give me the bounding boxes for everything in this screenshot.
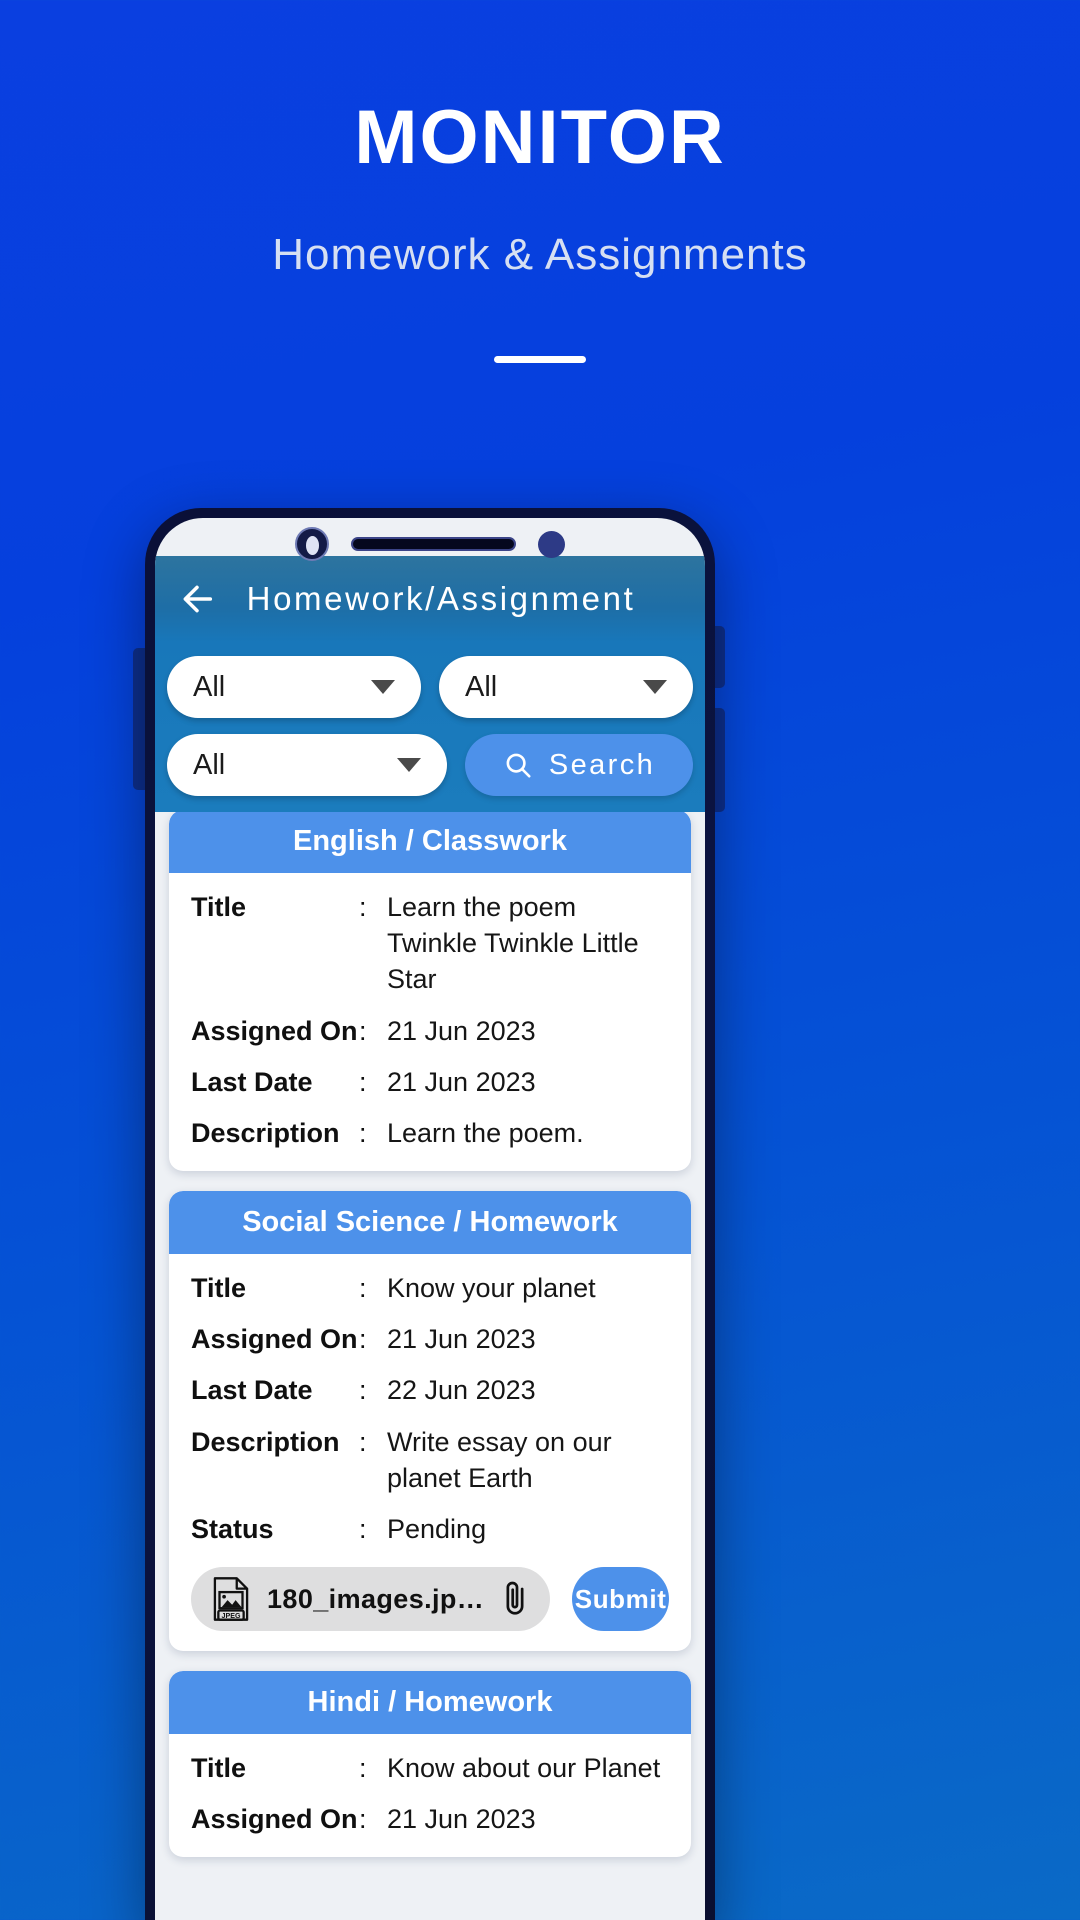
attachment-row: JPEG 180_images.jp… Submit [191,1567,669,1632]
submit-button[interactable]: Submit [572,1567,669,1632]
assignment-list[interactable]: English / Classwork Title : Learn the po… [155,800,705,1920]
detail-row: Assigned On : 21 Jun 2023 [191,1801,669,1837]
filter-bar: All All All Search [155,642,705,812]
detail-key: Title [191,1273,247,1304]
detail-value: 21 Jun 2023 [387,1804,536,1835]
phone-bezel: Homework/Assignment All All All Search E… [145,508,715,1920]
detail-key: Assigned On [191,1804,358,1835]
phone-notch [155,518,705,570]
page-subtitle: Homework & Assignments [272,229,808,279]
detail-row: Title : Know about our Planet [191,1750,669,1786]
detail-value: 22 Jun 2023 [387,1375,536,1406]
speaker-grille-icon [351,537,516,551]
detail-row: Last Date : 21 Jun 2023 [191,1064,669,1100]
detail-separator: : [359,1066,367,1097]
detail-key: Last Date [191,1375,313,1406]
detail-key: Status [191,1513,274,1544]
detail-value: Know about our Planet [387,1753,661,1784]
proximity-sensor-icon [538,530,565,558]
detail-value: 21 Jun 2023 [387,1324,536,1355]
app-title: Homework/Assignment [246,580,636,617]
divider [494,355,586,363]
paperclip-icon[interactable] [500,1579,530,1619]
dropdown-subject[interactable]: All [439,656,693,718]
detail-key: Title [191,1753,247,1784]
dropdown-type[interactable]: All [167,734,447,796]
detail-key: Title [191,892,247,922]
detail-row: Assigned On : 21 Jun 2023 [191,1321,669,1357]
page-title: MONITOR [354,95,726,180]
status-badge: Pending [387,1513,487,1544]
search-button-label: Search [548,748,656,781]
detail-key: Last Date [191,1066,313,1097]
filter-row-1: All All [167,656,693,718]
search-icon [506,753,531,778]
chevron-down-icon [371,680,395,694]
detail-value: 21 Jun 2023 [387,1066,536,1097]
chevron-down-icon [643,680,667,694]
card-body: Title : Know about our Planet Assigned O… [169,1734,691,1857]
detail-separator: : [359,1117,367,1148]
dropdown-subject-value: All [465,670,498,703]
detail-separator: : [359,1426,367,1457]
filter-row-2: All Search [167,734,693,796]
jpeg-file-icon: JPEG [213,1577,249,1621]
dropdown-class[interactable]: All [167,656,421,718]
hero-section: MONITOR Homework & Assignments [0,0,1080,363]
detail-row: Description : Learn the poem. [191,1115,669,1151]
dropdown-class-value: All [193,670,226,703]
assignment-card[interactable]: Social Science / Homework Title : Know y… [169,1191,691,1652]
detail-separator: : [359,1375,367,1406]
detail-key: Description [191,1117,340,1148]
detail-value: 21 Jun 2023 [387,1015,536,1046]
detail-row: Description : Write essay on our planet … [191,1424,669,1496]
detail-key: Assigned On [191,1324,358,1355]
detail-separator: : [359,1804,367,1835]
detail-row: Status : Pending [191,1511,669,1547]
detail-row: Title : Learn the poem Twinkle Twinkle L… [191,889,669,998]
phone-screen: Homework/Assignment All All All Search E… [155,518,705,1920]
detail-row: Assigned On : 21 Jun 2023 [191,1013,669,1049]
file-attachment-chip[interactable]: JPEG 180_images.jp… [191,1567,551,1632]
detail-separator: : [359,1324,367,1355]
chevron-down-icon [397,758,421,772]
assignment-card[interactable]: Hindi / Homework Title : Know about our … [169,1671,691,1858]
detail-key: Assigned On [191,1015,358,1046]
detail-row: Title : Know your planet [191,1270,669,1306]
detail-key: Description [191,1426,340,1457]
card-body: Title : Know your planet Assigned On : 2… [169,1254,691,1651]
card-body: Title : Learn the poem Twinkle Twinkle L… [169,873,691,1171]
card-header: Hindi / Homework [169,1671,691,1735]
detail-value: Learn the poem Twinkle Twinkle Little St… [387,892,639,995]
detail-separator: : [359,1753,367,1784]
assignment-card[interactable]: English / Classwork Title : Learn the po… [169,810,691,1172]
svg-text:JPEG: JPEG [222,1612,241,1620]
detail-value: Know your planet [387,1273,596,1304]
file-name: 180_images.jp… [267,1583,485,1614]
detail-separator: : [359,1015,367,1046]
card-header: Social Science / Homework [169,1191,691,1255]
card-header: English / Classwork [169,810,691,873]
search-button[interactable]: Search [465,734,693,796]
detail-separator: : [359,892,367,922]
detail-value: Write essay on our planet Earth [387,1426,612,1493]
detail-separator: : [359,1513,367,1544]
detail-row: Last Date : 22 Jun 2023 [191,1372,669,1408]
camera-icon [295,527,329,561]
detail-value: Learn the poem. [387,1117,584,1148]
detail-separator: : [359,1273,367,1304]
phone-mockup: Homework/Assignment All All All Search E… [133,508,725,1920]
dropdown-type-value: All [193,748,226,781]
